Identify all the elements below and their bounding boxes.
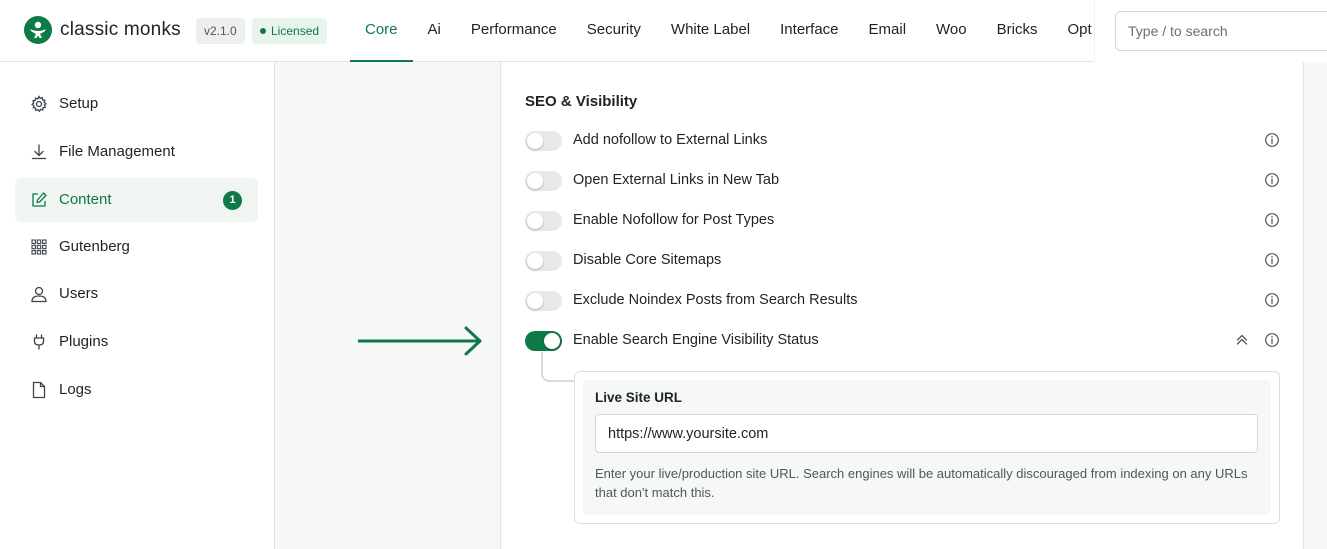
setting-label: Add nofollow to External Links bbox=[573, 132, 768, 148]
grid-icon bbox=[31, 239, 47, 255]
chevron-up-double-icon[interactable] bbox=[1234, 332, 1250, 348]
setting-row: Exclude Noindex Posts from Search Result… bbox=[525, 289, 1280, 313]
info-icon[interactable] bbox=[1264, 292, 1280, 308]
settings-panel: SEO & Visibility Add nofollow to Externa… bbox=[500, 62, 1304, 549]
toggle-switch[interactable] bbox=[525, 171, 562, 191]
user-icon bbox=[31, 286, 47, 303]
content-gutter bbox=[276, 62, 500, 549]
count-badge: 1 bbox=[223, 191, 242, 210]
search-area bbox=[1094, 0, 1327, 62]
tab-performance[interactable]: Performance bbox=[456, 0, 572, 62]
setting-row: Open External Links in New Tab bbox=[525, 169, 1280, 193]
license-badge: Licensed bbox=[252, 18, 328, 44]
sidebar-item-users[interactable]: Users bbox=[15, 272, 258, 316]
brand-name: classic monks bbox=[60, 19, 181, 40]
toggle-switch[interactable] bbox=[525, 331, 562, 351]
setting-label: Enable Search Engine Visibility Status bbox=[573, 332, 819, 348]
subsetting-body: Live Site URL Enter your live/production… bbox=[583, 380, 1271, 515]
tab-email[interactable]: Email bbox=[854, 0, 922, 62]
toggle-switch[interactable] bbox=[525, 211, 562, 231]
file-icon bbox=[32, 381, 46, 399]
setting-label: Exclude Noindex Posts from Search Result… bbox=[573, 292, 858, 308]
live-site-url-input[interactable] bbox=[595, 414, 1258, 453]
sidebar-item-file-management[interactable]: File Management bbox=[15, 130, 258, 174]
toggle-knob bbox=[544, 333, 560, 349]
license-status: Licensed bbox=[271, 24, 320, 38]
sidebar-item-plugins[interactable]: Plugins bbox=[15, 320, 258, 364]
gear-icon bbox=[31, 95, 48, 113]
toggle-switch[interactable] bbox=[525, 251, 562, 271]
search-input[interactable] bbox=[1115, 11, 1327, 51]
setting-label: Enable Nofollow for Post Types bbox=[573, 212, 775, 228]
info-icon[interactable] bbox=[1264, 212, 1280, 228]
setting-row: Add nofollow to External Links bbox=[525, 129, 1280, 153]
sidebar-item-label: Content bbox=[59, 191, 112, 208]
sidebar-item-label: Plugins bbox=[59, 333, 109, 350]
setting-row: Enable Nofollow for Post Types bbox=[525, 209, 1280, 233]
sidebar-item-setup[interactable]: Setup bbox=[15, 82, 258, 126]
sidebar-item-gutenberg[interactable]: Gutenberg bbox=[15, 225, 258, 269]
setting-label: Open External Links in New Tab bbox=[573, 172, 780, 188]
info-icon[interactable] bbox=[1264, 252, 1280, 268]
info-icon[interactable] bbox=[1264, 132, 1280, 148]
top-bar: classic monks v2.1.0 Licensed Core Ai Perf… bbox=[0, 0, 1327, 62]
sidebar-item-label: File Management bbox=[59, 143, 175, 160]
info-icon[interactable] bbox=[1264, 332, 1280, 348]
tab-white-label[interactable]: White Label bbox=[656, 0, 765, 62]
tab-woo[interactable]: Woo bbox=[921, 0, 982, 62]
tab-opt[interactable]: Opt bbox=[1052, 0, 1095, 62]
info-icon[interactable] bbox=[1264, 172, 1280, 188]
toggle-knob bbox=[527, 293, 543, 309]
field-label: Live Site URL bbox=[595, 390, 683, 405]
sidebar-item-content[interactable]: Content 1 bbox=[15, 178, 258, 222]
plug-icon bbox=[33, 334, 45, 350]
toggle-knob bbox=[527, 253, 543, 269]
toggle-switch[interactable] bbox=[525, 291, 562, 311]
tab-bricks[interactable]: Bricks bbox=[982, 0, 1053, 62]
tree-connector bbox=[541, 352, 575, 382]
logo-icon[interactable] bbox=[24, 16, 52, 44]
tab-interface[interactable]: Interface bbox=[765, 0, 853, 62]
section-title: SEO & Visibility bbox=[525, 93, 638, 110]
sidebar-item-label: Setup bbox=[59, 95, 99, 112]
status-dot-icon bbox=[260, 27, 266, 34]
field-help-text: Enter your live/production site URL. Sea… bbox=[595, 466, 1248, 500]
tab-core[interactable]: Core bbox=[350, 0, 413, 62]
sidebar: Setup File Management Content 1 Gutenber… bbox=[0, 62, 275, 549]
main-nav: Core Ai Performance Security White Label Inte… bbox=[350, 0, 1095, 62]
toggle-knob bbox=[527, 213, 543, 229]
download-icon bbox=[31, 144, 47, 160]
setting-row: Disable Core Sitemaps bbox=[525, 249, 1280, 273]
edit-icon bbox=[32, 192, 47, 207]
toggle-switch[interactable] bbox=[525, 131, 562, 151]
subsetting-card: Live Site URL Enter your live/production… bbox=[574, 371, 1280, 524]
setting-row: Enable Search Engine Visibility Status bbox=[525, 329, 1280, 353]
setting-label: Disable Core Sitemaps bbox=[573, 252, 722, 268]
arrow-right-icon bbox=[358, 326, 482, 356]
version-badge: v2.1.0 bbox=[196, 18, 245, 44]
tab-security[interactable]: Security bbox=[572, 0, 656, 62]
sidebar-item-label: Users bbox=[59, 285, 99, 302]
sidebar-item-logs[interactable]: Logs bbox=[15, 368, 258, 412]
toggle-knob bbox=[527, 133, 543, 149]
sidebar-item-label: Gutenberg bbox=[59, 238, 130, 255]
sidebar-item-label: Logs bbox=[59, 381, 92, 398]
tab-ai[interactable]: Ai bbox=[413, 0, 456, 62]
toggle-knob bbox=[527, 173, 543, 189]
